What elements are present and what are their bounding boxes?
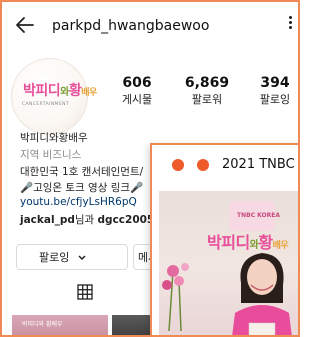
profile-header: parkpd_hwangbaewoo <box>2 2 298 46</box>
bio-line-1: 대한민국 1호 캔서테인먼트/ <box>20 166 144 178</box>
flower-decoration-icon <box>162 263 189 331</box>
stat-posts[interactable]: 606 게시물 <box>102 74 172 108</box>
video-banner: TNBC KOREA <box>229 201 280 231</box>
stat-followers[interactable]: 6,869 팔로워 <box>172 74 242 108</box>
followed-by-user-1[interactable]: jackal_pd <box>20 214 75 226</box>
avatar-logo: 박피디와황배우 <box>23 80 97 100</box>
post-thumbnail-caption: 박피디와 황배우 <box>22 321 63 328</box>
stat-posts-number: 606 <box>122 75 152 91</box>
profile-name: 박피디와황배우 <box>20 132 88 144</box>
grid-icon[interactable] <box>77 284 93 300</box>
avatar-logo-sub: CANCERTAINMENT <box>22 102 69 107</box>
status-dot-icon <box>172 159 184 171</box>
stat-following-number: 394 <box>260 75 290 91</box>
followed-by[interactable]: jackal_pd님과 dgcc2005님 <box>20 212 164 227</box>
avatar-logo-part1: 박피디 <box>23 83 61 99</box>
stat-following-label: 팔로잉 <box>259 93 291 106</box>
arrow-left-icon[interactable] <box>14 14 36 36</box>
popup-title: 2021 TNBC K <box>222 157 300 172</box>
following-button-label: 팔로잉 <box>39 251 70 264</box>
username: parkpd_hwangbaewoo <box>52 18 210 34</box>
video-thumbnail[interactable]: TNBC KOREA 박피디와황배우 <box>159 191 298 335</box>
status-dot-icon <box>197 159 209 171</box>
stat-followers-number: 6,869 <box>184 75 230 91</box>
video-banner-text: TNBC KOREA <box>237 212 281 219</box>
person-figure <box>232 253 292 335</box>
following-button[interactable]: 팔로잉 <box>16 244 128 270</box>
avatar-logo-part3: 황 <box>68 83 82 99</box>
more-vertical-icon[interactable] <box>288 16 294 32</box>
bio-line-2: 🎤고잉온 토크 영상 링크🎤 <box>20 182 144 194</box>
chevron-down-icon <box>78 255 86 261</box>
avatar[interactable]: 박피디와황배우 CANCERTAINMENT <box>11 58 97 135</box>
profile-category: 지역 비즈니스 <box>20 149 82 161</box>
stat-followers-label: 팔로워 <box>191 93 223 106</box>
profile-link[interactable]: youtu.be/cfjyLsHR6pQ <box>20 196 137 208</box>
instagram-profile-screen: parkpd_hwangbaewoo 박피디와황배우 CANCERTAINMEN… <box>0 0 300 337</box>
stat-posts-label: 게시물 <box>121 93 153 106</box>
avatar-logo-part2: 와 <box>60 87 69 98</box>
video-popup[interactable]: 2021 TNBC K TNBC KOREA 박피디와황배우 <box>150 143 300 335</box>
followed-by-user-2[interactable]: dgcc2005 <box>98 214 155 226</box>
followed-by-joiner: 님과 <box>74 214 98 226</box>
avatar-logo-part4: 배우 <box>81 88 97 98</box>
stat-following[interactable]: 394 팔로잉 <box>240 74 298 108</box>
post-thumbnail[interactable]: 박피디와 황배우 <box>12 315 108 335</box>
